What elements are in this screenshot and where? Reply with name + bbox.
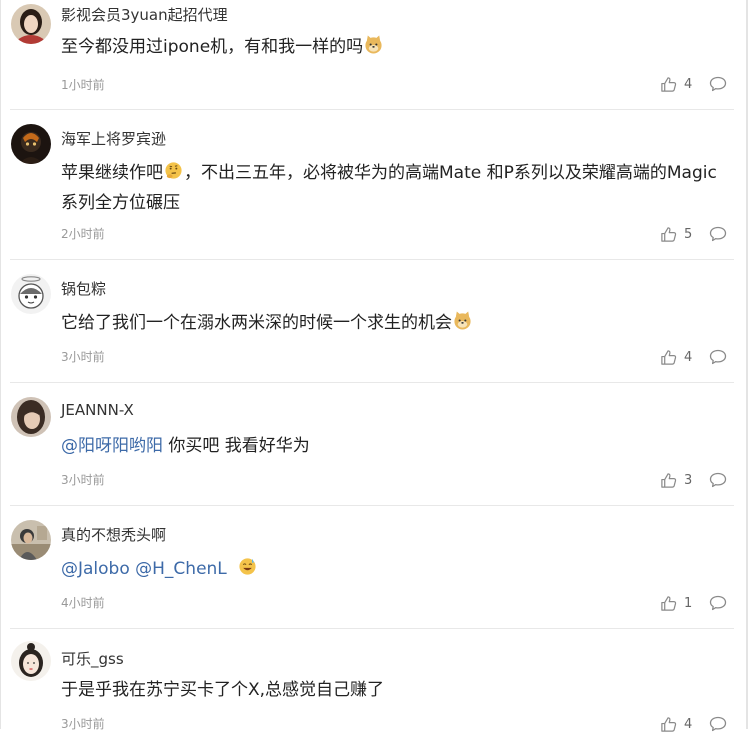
like-button[interactable]: 3 (660, 470, 700, 490)
comment-item: 海军上将罗宾逊 苹果继续作吧 ，不出三五年，必将被华为的高端Mate 和P系列以及… (0, 110, 746, 260)
comment-item: 影视会员3yuan起招代理 至今都没用过ipone机，有和我一样的吗 1小时前 … (0, 0, 746, 110)
comment-username[interactable]: 锅包粽 (61, 278, 106, 299)
mention-link[interactable]: @阳呀阳哟阳 (61, 436, 163, 456)
reply-button[interactable] (709, 594, 727, 612)
comment-text: 它给了我们一个在溺水两米深的时候一个求生的机会 (61, 308, 733, 338)
comment-text: @Jalobo @H_ChenL (61, 554, 733, 584)
thumbs-up-icon (660, 472, 677, 489)
reply-button[interactable] (709, 225, 727, 243)
comment-item: 锅包粽 它给了我们一个在溺水两米深的时候一个求生的机会 3小时前 4 (0, 260, 746, 383)
comment-time: 2小时前 (61, 227, 105, 241)
comment-text: 苹果继续作吧 ，不出三五年，必将被华为的高端Mate 和P系列以及荣耀高端的Mag… (61, 161, 717, 213)
thumbs-up-icon (660, 716, 677, 733)
comment-username[interactable]: JEANNN-X (61, 401, 134, 419)
comment-item: 真的不想秃头啊 @Jalobo @H_ChenL 4小时前 1 (0, 506, 746, 629)
mention-link[interactable]: @Jalobo @H_ChenL (61, 559, 227, 579)
comment-username[interactable]: 可乐_gss (61, 648, 124, 669)
comment-item: JEANNN-X @阳呀阳哟阳 你买吧 我看好华为 3小时前 3 (0, 383, 746, 506)
comment-username[interactable]: 海军上将罗宾逊 (61, 128, 166, 149)
thinking-emoji (164, 161, 183, 180)
comment-username[interactable]: 真的不想秃头啊 (61, 524, 166, 545)
comment-text: 于是乎我在苏宁买卡了个X,总感觉自己赚了 (61, 680, 385, 700)
comment-time: 3小时前 (61, 473, 105, 487)
comment-text: @阳呀阳哟阳 你买吧 我看好华为 (61, 436, 310, 456)
avatar[interactable] (11, 274, 51, 314)
avatar[interactable] (11, 124, 51, 164)
comment-username[interactable]: 影视会员3yuan起招代理 (61, 4, 228, 25)
avatar[interactable] (11, 641, 51, 681)
thumbs-up-icon (660, 595, 677, 612)
like-count: 3 (684, 472, 693, 488)
avatar[interactable] (11, 520, 51, 560)
like-count: 4 (684, 349, 693, 365)
reply-button[interactable] (709, 348, 727, 366)
doge-emoji (453, 311, 472, 330)
comment-time: 1小时前 (61, 78, 105, 92)
comment-time: 4小时前 (61, 596, 105, 610)
avatar[interactable] (11, 397, 51, 437)
like-button[interactable]: 4 (660, 714, 700, 734)
comment-text: 至今都没用过ipone机，有和我一样的吗 (61, 32, 733, 62)
comment-time: 3小时前 (61, 717, 105, 731)
thumbs-up-icon (660, 349, 677, 366)
sweat-smile-emoji (238, 557, 257, 576)
like-count: 5 (684, 226, 693, 242)
like-count: 1 (684, 595, 693, 611)
speech-bubble-icon (709, 225, 727, 243)
speech-bubble-icon (709, 594, 727, 612)
reply-button[interactable] (709, 471, 727, 489)
doge-emoji (364, 35, 383, 54)
like-button[interactable]: 1 (660, 593, 700, 613)
speech-bubble-icon (709, 75, 727, 93)
like-button[interactable]: 4 (660, 347, 700, 367)
comment-item: 可乐_gss 于是乎我在苏宁买卡了个X,总感觉自己赚了 3小时前 4 (0, 629, 746, 732)
avatar[interactable] (11, 4, 51, 44)
like-count: 4 (684, 76, 693, 92)
speech-bubble-icon (709, 348, 727, 366)
like-count: 4 (684, 716, 693, 732)
reply-button[interactable] (709, 75, 727, 93)
like-button[interactable]: 5 (660, 224, 700, 244)
thumbs-up-icon (660, 76, 677, 93)
like-button[interactable]: 4 (660, 74, 700, 94)
comment-time: 3小时前 (61, 350, 105, 364)
reply-button[interactable] (709, 715, 727, 733)
thumbs-up-icon (660, 226, 677, 243)
speech-bubble-icon (709, 715, 727, 733)
speech-bubble-icon (709, 471, 727, 489)
